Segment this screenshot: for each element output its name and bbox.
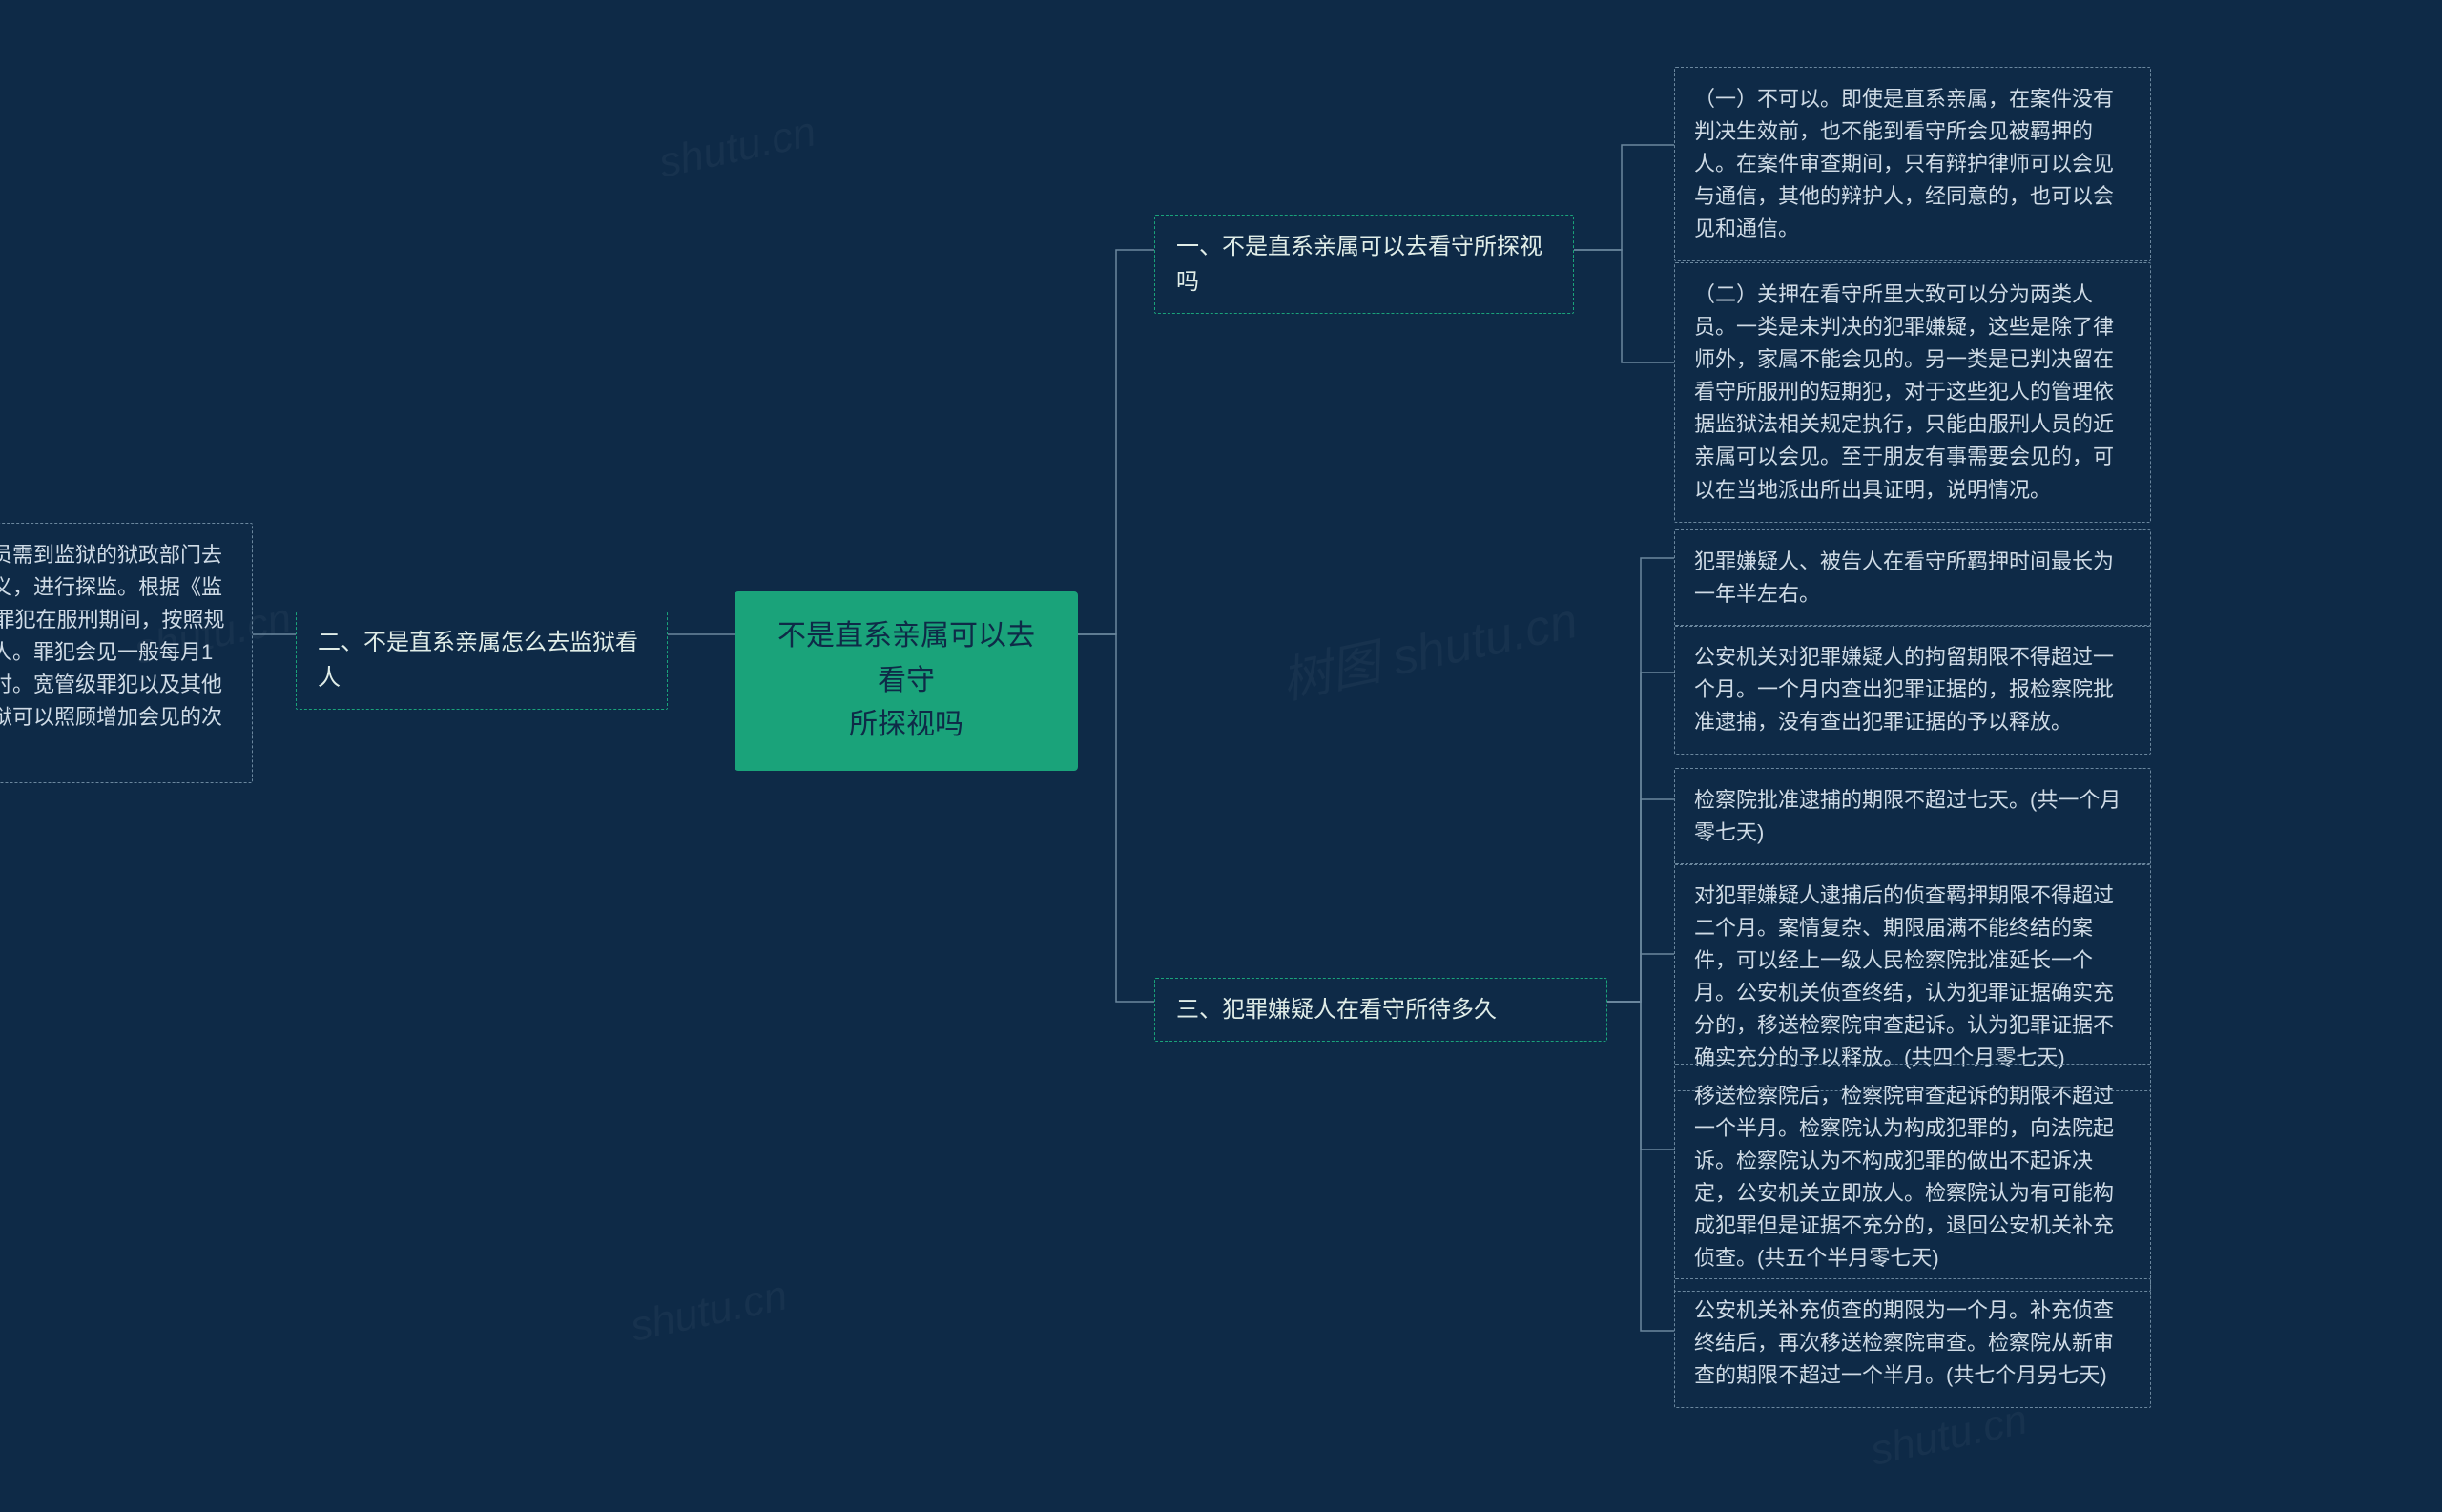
- leaf-2-1-text: 非直系亲属探视服刑人员需到监狱的狱政部门去办理手续，以帮教的名义，进行探监。根据…: [0, 543, 224, 762]
- leaf-node-1-1[interactable]: （一）不可以。即使是直系亲属，在案件没有判决生效前，也不能到看守所会见被羁押的人…: [1674, 67, 2151, 261]
- branch-node-3[interactable]: 三、犯罪嫌疑人在看守所待多久: [1154, 978, 1607, 1042]
- leaf-3-1-text: 犯罪嫌疑人、被告人在看守所羁押时间最长为一年半左右。: [1694, 549, 2114, 606]
- branch-1-label: 一、不是直系亲属可以去看守所探视吗: [1176, 234, 1542, 295]
- leaf-3-4-text: 对犯罪嫌疑人逮捕后的侦查羁押期限不得超过二个月。案情复杂、期限届满不能终结的案件…: [1694, 883, 2114, 1069]
- leaf-node-1-2[interactable]: （二）关押在看守所里大致可以分为两类人员。一类是未判决的犯罪嫌疑，这些是除了律师…: [1674, 262, 2151, 523]
- branch-3-label: 三、犯罪嫌疑人在看守所待多久: [1176, 997, 1497, 1023]
- root-title-line2: 所探视吗: [765, 703, 1047, 748]
- leaf-node-3-1[interactable]: 犯罪嫌疑人、被告人在看守所羁押时间最长为一年半左右。: [1674, 529, 2151, 627]
- branch-node-2[interactable]: 二、不是直系亲属怎么去监狱看人: [296, 611, 668, 710]
- leaf-node-3-6[interactable]: 公安机关补充侦查的期限为一个月。补充侦查终结后，再次移送检察院审查。检察院从新审…: [1674, 1278, 2151, 1408]
- watermark: shutu.cn: [655, 108, 820, 187]
- leaf-node-3-5[interactable]: 移送检察院后，检察院审查起诉的期限不超过一个半月。检察院认为构成犯罪的，向法院起…: [1674, 1064, 2151, 1292]
- branch-node-1[interactable]: 一、不是直系亲属可以去看守所探视吗: [1154, 215, 1574, 314]
- leaf-3-2-text: 公安机关对犯罪嫌疑人的拘留期限不得超过一个月。一个月内查出犯罪证据的，报检察院批…: [1694, 645, 2114, 734]
- leaf-node-3-4[interactable]: 对犯罪嫌疑人逮捕后的侦查羁押期限不得超过二个月。案情复杂、期限届满不能终结的案件…: [1674, 863, 2151, 1091]
- leaf-3-3-text: 检察院批准逮捕的期限不超过七天。(共一个月零七天): [1694, 788, 2121, 844]
- leaf-3-6-text: 公安机关补充侦查的期限为一个月。补充侦查终结后，再次移送检察院审查。检察院从新审…: [1694, 1298, 2114, 1387]
- leaf-1-2-text: （二）关押在看守所里大致可以分为两类人员。一类是未判决的犯罪嫌疑，这些是除了律师…: [1694, 282, 2114, 502]
- branch-2-label: 二、不是直系亲属怎么去监狱看人: [318, 630, 638, 691]
- leaf-node-3-2[interactable]: 公安机关对犯罪嫌疑人的拘留期限不得超过一个月。一个月内查出犯罪证据的，报检察院批…: [1674, 625, 2151, 755]
- leaf-3-5-text: 移送检察院后，检察院审查起诉的期限不超过一个半月。检察院认为构成犯罪的，向法院起…: [1694, 1084, 2114, 1270]
- root-node[interactable]: 不是直系亲属可以去看守 所探视吗: [735, 591, 1078, 771]
- watermark: shutu.cn: [627, 1272, 792, 1351]
- leaf-node-2-1[interactable]: 非直系亲属探视服刑人员需到监狱的狱政部门去办理手续，以帮教的名义，进行探监。根据…: [0, 523, 253, 783]
- leaf-1-1-text: （一）不可以。即使是直系亲属，在案件没有判决生效前，也不能到看守所会见被羁押的人…: [1694, 87, 2114, 240]
- root-title-line1: 不是直系亲属可以去看守: [765, 614, 1047, 703]
- leaf-node-3-3[interactable]: 检察院批准逮捕的期限不超过七天。(共一个月零七天): [1674, 768, 2151, 865]
- watermark: 树图 shutu.cn: [1274, 580, 1583, 713]
